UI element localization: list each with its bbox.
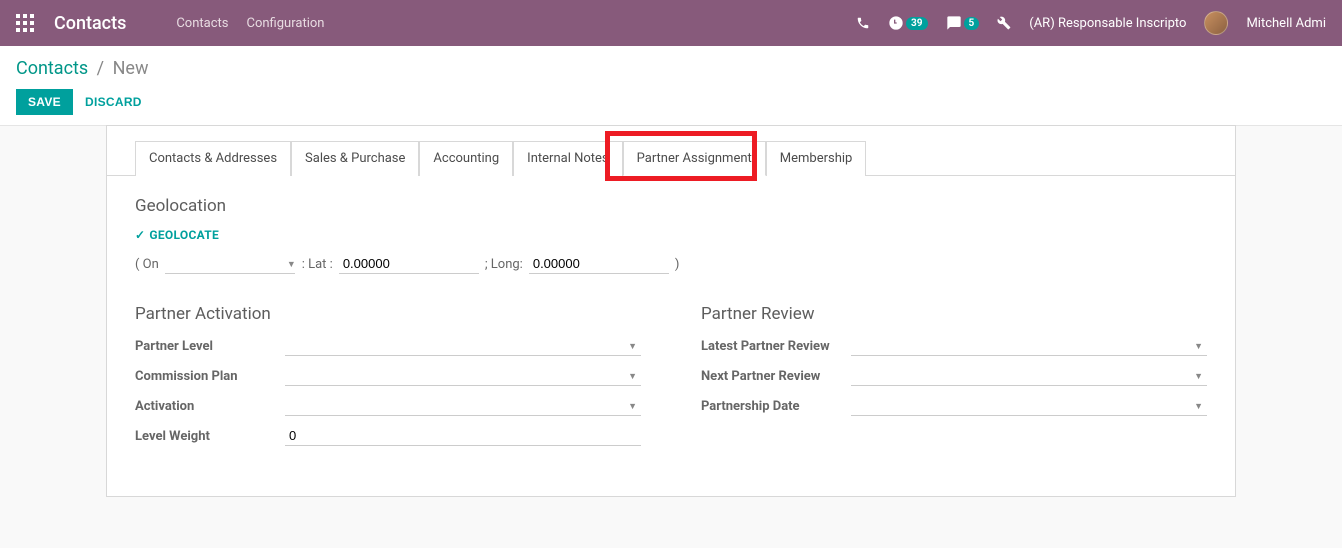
partner-activation-title: Partner Activation: [135, 304, 641, 324]
partnership-date-input[interactable]: [851, 396, 1207, 416]
next-review-label: Next Partner Review: [701, 369, 851, 384]
breadcrumb-separator: /: [97, 58, 104, 79]
geo-lat-input[interactable]: [339, 254, 479, 274]
field-partner-level: Partner Level ▼: [135, 336, 641, 356]
breadcrumb-current: New: [113, 58, 149, 79]
menu-contacts[interactable]: Contacts: [176, 16, 228, 31]
two-columns: Partner Activation Partner Level ▼ Commi…: [135, 304, 1207, 456]
phone-icon[interactable]: [856, 16, 870, 30]
activation-input[interactable]: [285, 396, 641, 416]
geolocation-title: Geolocation: [135, 196, 1207, 216]
settings-icon[interactable]: [997, 16, 1011, 30]
commission-plan-label: Commission Plan: [135, 369, 285, 384]
tab-partner-assignment[interactable]: Partner Assignment: [623, 141, 766, 176]
level-weight-label: Level Weight: [135, 429, 285, 444]
tab-membership[interactable]: Membership: [766, 141, 867, 176]
tab-content: Geolocation GEOLOCATE ( On ▼ : Lat : ; L…: [107, 176, 1235, 496]
field-next-review: Next Partner Review ▼: [701, 366, 1207, 386]
sheet-wrap: Contacts & Addresses Sales & Purchase Ac…: [0, 126, 1342, 497]
form-actions: SAVE DISCARD: [16, 89, 1326, 115]
user-name[interactable]: Mitchell Admi: [1246, 16, 1326, 31]
activities-badge: 39: [906, 17, 927, 30]
partner-level-input[interactable]: [285, 336, 641, 356]
field-latest-review: Latest Partner Review ▼: [701, 336, 1207, 356]
partnership-date-label: Partnership Date: [701, 399, 851, 414]
messages-icon[interactable]: 5: [946, 15, 980, 31]
commission-plan-input[interactable]: [285, 366, 641, 386]
save-button[interactable]: SAVE: [16, 89, 73, 115]
avatar[interactable]: [1204, 11, 1228, 35]
tab-contacts-addresses[interactable]: Contacts & Addresses: [135, 141, 291, 176]
geo-long-input[interactable]: [529, 254, 669, 274]
latest-review-input[interactable]: [851, 336, 1207, 356]
menu-configuration[interactable]: Configuration: [247, 16, 325, 31]
field-level-weight: Level Weight: [135, 426, 641, 446]
geolocation-row: ( On ▼ : Lat : ; Long: ): [135, 254, 1207, 274]
subheader: Contacts / New SAVE DISCARD: [0, 46, 1342, 126]
geo-on-prefix: ( On: [135, 257, 159, 272]
partner-level-label: Partner Level: [135, 339, 285, 354]
topbar-left: Contacts Contacts Configuration: [16, 13, 324, 34]
breadcrumb-root[interactable]: Contacts: [16, 58, 88, 79]
partner-activation-section: Partner Activation Partner Level ▼ Commi…: [135, 304, 641, 456]
geo-suffix: ): [675, 257, 680, 272]
latest-review-label: Latest Partner Review: [701, 339, 851, 354]
activation-label: Activation: [135, 399, 285, 414]
breadcrumb: Contacts / New: [16, 58, 1326, 79]
field-activation: Activation ▼: [135, 396, 641, 416]
geo-long-label: ; Long:: [485, 257, 523, 272]
main-menu: Contacts Configuration: [176, 16, 324, 31]
topbar: Contacts Contacts Configuration 39 5 (AR…: [0, 0, 1342, 46]
field-partnership-date: Partnership Date ▼: [701, 396, 1207, 416]
level-weight-input[interactable]: [285, 426, 641, 446]
geolocate-button[interactable]: GEOLOCATE: [135, 228, 219, 242]
tab-internal-notes[interactable]: Internal Notes: [513, 141, 622, 176]
activities-icon[interactable]: 39: [888, 15, 927, 31]
partner-review-title: Partner Review: [701, 304, 1207, 324]
tab-sales-purchase[interactable]: Sales & Purchase: [291, 141, 419, 176]
messages-badge: 5: [964, 17, 980, 30]
partner-review-section: Partner Review Latest Partner Review ▼ N…: [701, 304, 1207, 456]
next-review-input[interactable]: [851, 366, 1207, 386]
geo-lat-label: : Lat :: [302, 257, 333, 272]
geo-date-input[interactable]: [165, 254, 295, 274]
tabs: Contacts & Addresses Sales & Purchase Ac…: [107, 126, 1235, 176]
form-sheet: Contacts & Addresses Sales & Purchase Ac…: [106, 125, 1236, 497]
responsability-label[interactable]: (AR) Responsable Inscripto: [1029, 16, 1186, 31]
apps-icon[interactable]: [16, 14, 34, 32]
field-commission-plan: Commission Plan ▼: [135, 366, 641, 386]
topbar-right: 39 5 (AR) Responsable Inscripto Mitchell…: [856, 11, 1326, 35]
discard-button[interactable]: DISCARD: [85, 95, 142, 109]
tab-accounting[interactable]: Accounting: [419, 141, 513, 176]
app-title[interactable]: Contacts: [54, 13, 126, 34]
